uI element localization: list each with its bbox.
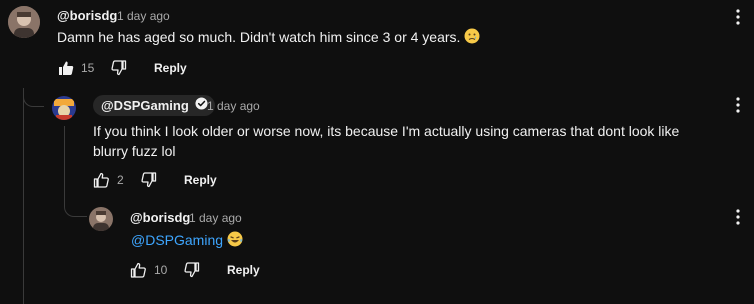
- like-button[interactable]: [92, 171, 110, 189]
- sad-tear-emoji-icon: [464, 28, 480, 49]
- thumbs-down-icon: [111, 60, 127, 76]
- thumbs-up-icon: [93, 172, 109, 188]
- thread-connector: [23, 88, 44, 107]
- reply2-author[interactable]: @borisdg: [130, 210, 190, 225]
- like-count: 15: [81, 61, 95, 75]
- thread-line: [23, 90, 24, 304]
- mention-link[interactable]: @DSPGaming: [131, 232, 223, 248]
- more-actions-icon[interactable]: [731, 208, 745, 226]
- thumbs-up-filled-icon: [59, 61, 74, 75]
- reply2-text-wrap: @DSPGaming: [131, 230, 243, 252]
- reply-button[interactable]: Reply: [227, 263, 260, 277]
- verified-check-icon: [195, 96, 208, 115]
- like-button[interactable]: [129, 261, 147, 279]
- avatar[interactable]: [8, 6, 40, 38]
- like-button[interactable]: [57, 59, 75, 77]
- avatar[interactable]: [89, 207, 113, 231]
- reply-button[interactable]: Reply: [154, 61, 187, 75]
- more-actions-icon[interactable]: [731, 8, 745, 26]
- reply1-time[interactable]: 1 day ago: [207, 99, 260, 113]
- reply2-time[interactable]: 1 day ago: [189, 211, 242, 225]
- dislike-button[interactable]: [140, 171, 158, 189]
- creator-name-pill[interactable]: @DSPGaming: [93, 95, 215, 116]
- like-count: 2: [117, 173, 124, 187]
- avatar[interactable]: [52, 96, 76, 120]
- reply1-text: If you think I look older or worse now, …: [93, 123, 680, 159]
- dislike-button[interactable]: [110, 59, 128, 77]
- laughing-emoji-icon: [227, 231, 243, 252]
- thumbs-up-icon: [130, 262, 146, 278]
- comment-text: Damn he has aged so much. Didn't watch h…: [57, 29, 461, 45]
- reply-button[interactable]: Reply: [184, 173, 217, 187]
- dislike-button[interactable]: [183, 261, 201, 279]
- reply1-author: @DSPGaming: [101, 98, 189, 113]
- comment-time[interactable]: 1 day ago: [117, 9, 170, 23]
- thumbs-down-icon: [184, 262, 200, 278]
- thumbs-down-icon: [141, 172, 157, 188]
- more-actions-icon[interactable]: [731, 96, 745, 114]
- thread-connector: [64, 126, 87, 217]
- like-count: 10: [154, 263, 168, 277]
- comment-author[interactable]: @borisdg: [57, 8, 117, 23]
- comment-text-wrap: Damn he has aged so much. Didn't watch h…: [57, 27, 697, 49]
